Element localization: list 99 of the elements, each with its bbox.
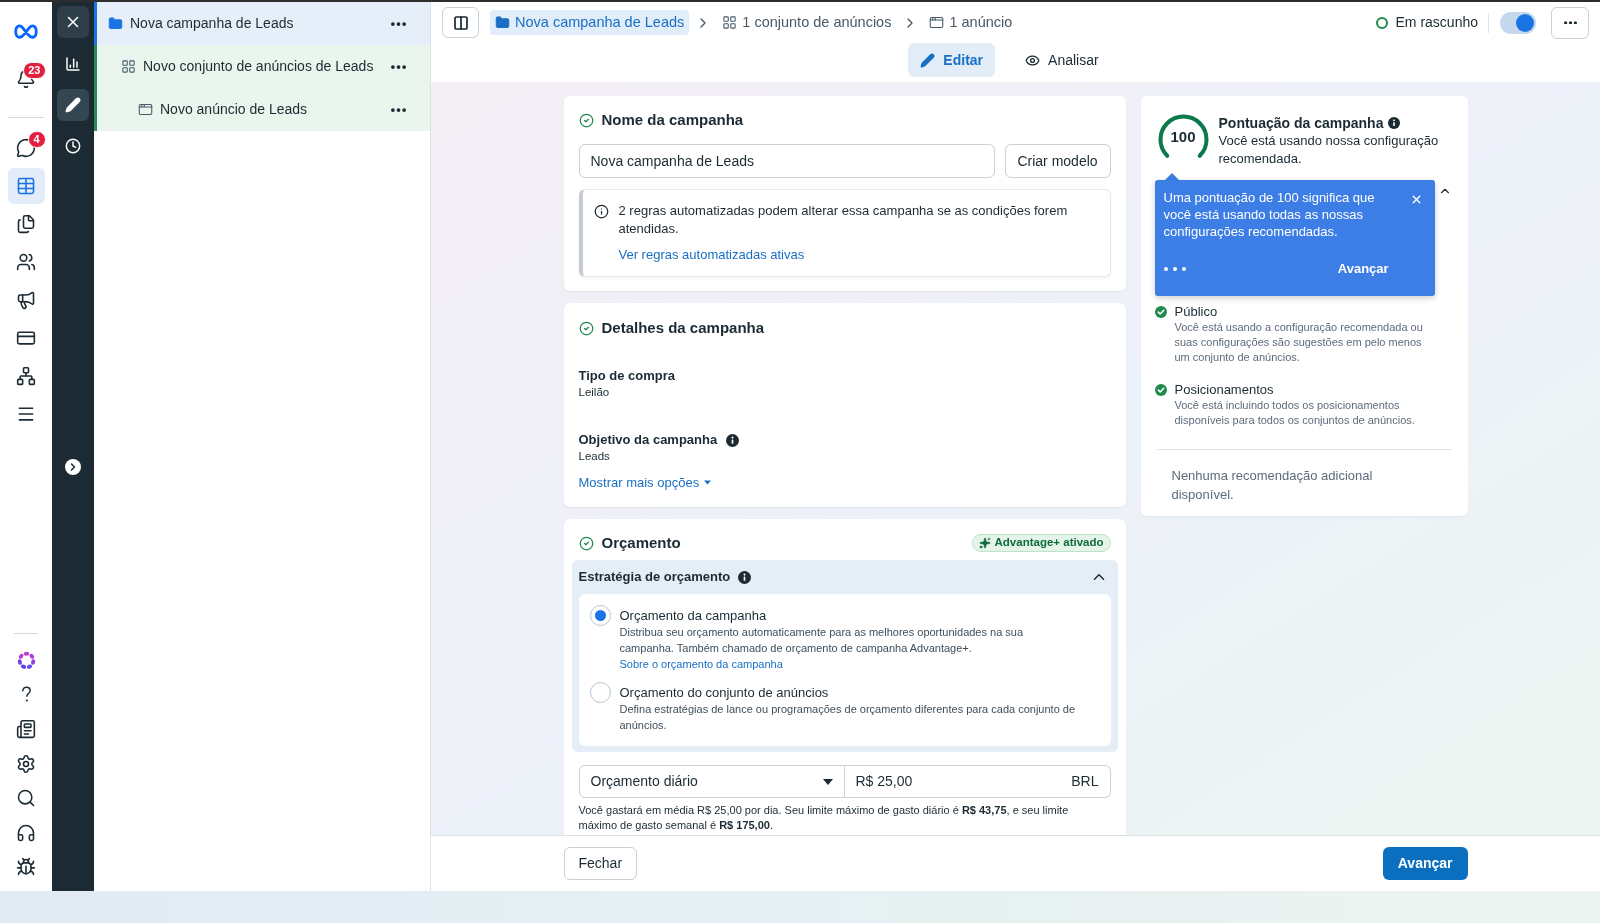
eye-icon [1025,52,1041,68]
tree-row[interactable]: Novo anúncio de Leads [94,88,430,131]
info-icon [738,570,752,584]
no-recommendations-text: Nenhuma recomendação adicional disponível. [1170,467,1374,504]
option-title: Orçamento do conjunto de anúncios [619,684,830,701]
info-icon [1388,117,1401,129]
people-icon [16,252,36,272]
notification-badge: 4 [27,131,46,148]
caret-down-icon [704,480,712,485]
campaign-name-field[interactable]: Nova campanha de Leads [578,144,995,178]
check-circle-icon [1154,306,1167,318]
newspaper-icon [16,719,36,739]
status-ring-icon [1375,16,1388,29]
option-description: Distribua seu orçamento automaticamente para as melhores oportunidades na sua campanha. Também chamado de orçamento de campanha Advantage+. Sobre o orçamento da campanha [619,625,1025,672]
card-title: Detalhes da campanha [601,317,765,338]
budget-note: Você gastará em média R$ 25,00 por dia. Seu limite máximo de gasto diário é R$ 43,75, e seu limite máximo de gasto semanal é R$ 175,00. [577,803,1070,833]
bug-icon [16,857,36,877]
check-circle-icon [578,112,594,128]
folder-icon [495,15,510,30]
split-panel-icon [452,14,469,31]
show-more-link[interactable]: Mostrar mais opções [578,474,712,491]
more-icon [390,107,406,112]
table-icon [16,176,36,196]
tool-button[interactable] [57,89,89,121]
more-icon [1563,20,1577,25]
breadcrumb-link[interactable]: 1 anúncio [924,10,1018,35]
infinity-logo [12,23,40,40]
menu-icon [16,404,36,424]
close-button[interactable]: Fechar [563,847,638,880]
headset-icon [16,822,36,843]
more-icon [390,21,406,26]
tooltip-text: Uma pontuação de 100 significa que você está usando todas as nossas configurações recomendadas. [1163,189,1376,240]
card-title: Orçamento [601,532,681,553]
field-label: Tipo de compra [578,368,676,384]
recommendation-title: Posicionamentos [1174,381,1275,398]
draft-toggle[interactable] [1500,11,1536,34]
budget-info-link[interactable]: Sobre o orçamento da campanha [619,658,783,670]
folder-icon [108,16,123,31]
grid-icon [722,15,738,30]
card-title: Nome da campanha [601,109,744,130]
credit-card-icon [16,328,36,348]
step-dots-icon [1163,266,1186,271]
badge-label: Advantage+ ativado [994,535,1104,551]
info-icon [593,204,609,219]
nav-button[interactable]: 23 [7,61,45,97]
grid-icon [121,59,136,74]
mode-tab[interactable]: Editar [908,43,996,77]
tooltip-next-button[interactable]: Avançar [1337,260,1389,277]
check-circle-icon [578,320,594,336]
caret-down-icon [822,778,833,785]
tree-row[interactable]: Nova campanha de Leads [94,2,430,45]
dotted-ring-icon [15,649,37,671]
score-value: 100 [1169,128,1197,146]
recommendation-description: Você está usando a configuração recomendada ou suas configurações são sugestões em pelo menos um conjunto de anúncios. [1174,320,1424,365]
rules-link[interactable]: Ver regras automatizadas ativas [618,246,805,264]
check-circle-icon [1154,384,1167,396]
option-description: Defina estratégias de lance ou programações de orçamento diferentes para cada conjunto de anúncios. [619,702,1077,733]
sparkle-icon [978,537,991,549]
option-title: Orçamento da campanha [619,607,768,624]
question-mark-icon [20,686,32,703]
network-icon [16,366,36,386]
create-template-button[interactable]: Criar modelo [1004,144,1111,178]
recommendation-description: Você está incluindo todos os posicionamentos disponíveis para todos os conjuntos de anúncios. [1174,398,1416,428]
window-icon [138,102,153,117]
check-circle-icon [578,535,594,551]
window-icon [929,15,945,30]
budget-type-select[interactable]: Orçamento diário [578,765,845,798]
score-gauge [1158,114,1208,158]
budget-amount-field[interactable]: R$ 25,00 BRL [844,765,1111,798]
pencil-icon [65,97,81,113]
radio-button[interactable] [589,682,611,703]
bar-chart-icon [65,56,81,72]
status-label: Em rascunho [1395,13,1478,32]
field-value: Leilão [578,385,611,400]
more-icon [390,64,406,69]
panel-toggle-button[interactable] [442,7,479,38]
search-icon [16,788,36,808]
section-title: Estratégia de orçamento [578,568,731,587]
documents-icon [16,214,36,234]
nav-button[interactable]: 4 [7,130,45,166]
notification-badge: 23 [23,62,46,79]
field-label: Objetivo da campanha [578,432,718,448]
pencil-icon [920,52,936,68]
breadcrumb-link[interactable]: 1 conjunto de anúncios [717,10,897,35]
radio-button[interactable] [589,605,611,626]
expand-button[interactable] [65,459,81,475]
mode-tab[interactable]: Analisar [1013,43,1111,77]
next-button[interactable]: Avançar [1382,847,1468,880]
tree-row[interactable]: Novo conjunto de anúncios de Leads [94,45,430,88]
close-button[interactable] [57,6,89,38]
breadcrumb-link[interactable]: Nova campanha de Leads [490,10,690,35]
settings-icon [16,753,36,774]
recommendation-title: Público [1174,303,1219,320]
score-title: Pontuação da campanha [1218,114,1384,132]
notice-text: 2 regras automatizadas podem alterar essa campanha se as condições forem atendidas. [618,202,1069,238]
clock-icon [65,138,81,154]
megaphone-icon [16,290,36,310]
field-value: Leads [578,449,611,464]
score-subtitle: Você está usando nossa configuração recomendada. [1218,132,1440,168]
